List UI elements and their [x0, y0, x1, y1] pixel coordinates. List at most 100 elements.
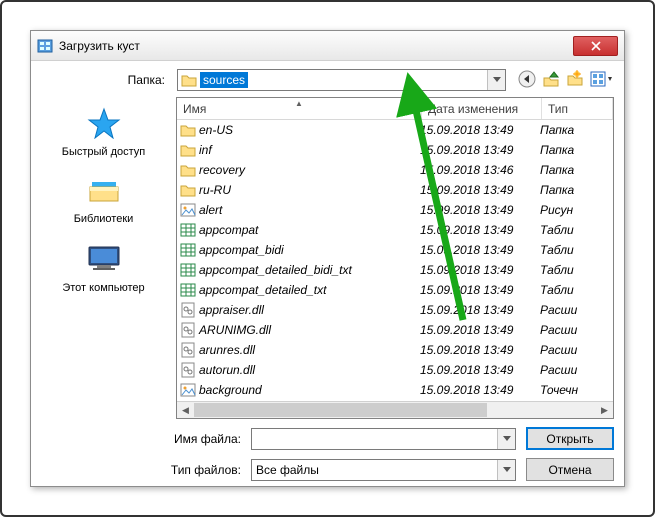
file-row[interactable]: recovery15.09.2018 13:46Папка: [177, 160, 613, 180]
file-name: alert: [197, 203, 420, 217]
new-folder-icon[interactable]: [566, 70, 584, 91]
cancel-button[interactable]: Отмена: [526, 458, 614, 481]
file-row[interactable]: en-US15.09.2018 13:49Папка: [177, 120, 613, 140]
open-button[interactable]: Открыть: [526, 427, 614, 450]
file-list-pane: Имя ▲ Дата изменения Тип en-US15.09.2018…: [176, 97, 614, 419]
up-icon[interactable]: [542, 70, 560, 91]
column-date[interactable]: Дата изменения: [422, 98, 542, 119]
place-label: Библиотеки: [31, 213, 176, 225]
folder-combo[interactable]: sources: [177, 69, 506, 91]
file-date: 15.09.2018 13:49: [420, 203, 540, 217]
file-date: 15.09.2018 13:49: [420, 343, 540, 357]
file-row[interactable]: ARUNIMG.dll15.09.2018 13:49Расши: [177, 320, 613, 340]
file-name: appraiser.dll: [197, 303, 420, 317]
file-name: autorun.dll: [197, 363, 420, 377]
column-type[interactable]: Тип: [542, 98, 613, 119]
view-icon[interactable]: [590, 70, 614, 91]
file-date: 15.09.2018 13:49: [420, 183, 540, 197]
close-button[interactable]: [573, 36, 618, 56]
file-row[interactable]: arunres.dll15.09.2018 13:49Расши: [177, 340, 613, 360]
horizontal-scrollbar[interactable]: ◀ ▶: [177, 401, 613, 418]
folder-toolbar: Папка: sources: [31, 61, 624, 97]
folder-dropdown-button[interactable]: [487, 70, 505, 90]
file-name: ARUNIMG.dll: [197, 323, 420, 337]
window-title: Загрузить куст: [59, 39, 573, 53]
file-row[interactable]: appcompat_detailed_txt15.09.2018 13:49Та…: [177, 280, 613, 300]
folder-icon: [179, 122, 197, 138]
file-date: 15.09.2018 13:49: [420, 363, 540, 377]
file-name: appcompat_detailed_txt: [197, 283, 420, 297]
scroll-right-icon[interactable]: ▶: [596, 402, 613, 418]
file-type: Папка: [540, 143, 613, 157]
folder-icon: [179, 162, 197, 178]
file-name: appcompat_detailed_bidi_txt: [197, 263, 420, 277]
file-list-header: Имя ▲ Дата изменения Тип: [177, 98, 613, 120]
table-icon: [179, 222, 197, 238]
file-type: Табли: [540, 223, 613, 237]
place-libraries[interactable]: Библиотеки: [31, 176, 176, 225]
file-row[interactable]: ru-RU15.09.2018 13:49Папка: [177, 180, 613, 200]
image-icon: [179, 202, 197, 218]
folder-icon: [179, 142, 197, 158]
file-date: 15.09.2018 13:49: [420, 263, 540, 277]
column-name[interactable]: Имя ▲: [177, 98, 422, 119]
file-type: Папка: [540, 123, 613, 137]
filetype-combo[interactable]: Все файлы: [251, 459, 516, 481]
file-type: Расши: [540, 343, 613, 357]
file-row[interactable]: autorun.dll15.09.2018 13:49Расши: [177, 360, 613, 380]
dll-icon: [179, 302, 197, 318]
file-row[interactable]: appcompat_bidi15.09.2018 13:49Табли: [177, 240, 613, 260]
place-quick-access[interactable]: Быстрый доступ: [31, 107, 176, 158]
file-date: 15.09.2018 13:49: [420, 143, 540, 157]
file-type: Расши: [540, 363, 613, 377]
file-date: 15.09.2018 13:49: [420, 303, 540, 317]
file-date: 15.09.2018 13:46: [420, 163, 540, 177]
file-type: Табли: [540, 243, 613, 257]
back-icon[interactable]: [518, 70, 536, 91]
file-type: Папка: [540, 183, 613, 197]
file-type: Точечн: [540, 383, 613, 397]
place-label: Быстрый доступ: [31, 146, 176, 158]
folder-icon: [181, 72, 197, 88]
scroll-thumb[interactable]: [194, 403, 487, 417]
place-label: Этот компьютер: [31, 282, 176, 294]
places-bar: Быстрый доступ Библиотеки Этот компьютер: [31, 97, 176, 419]
folder-value: sources: [200, 72, 248, 88]
filename-combo[interactable]: [251, 428, 516, 450]
file-name: inf: [197, 143, 420, 157]
filetype-label: Тип файлов:: [41, 463, 251, 477]
file-type: Табли: [540, 263, 613, 277]
regedit-icon: [37, 38, 53, 54]
scroll-track[interactable]: [194, 402, 596, 418]
dll-icon: [179, 342, 197, 358]
file-row[interactable]: background15.09.2018 13:49Точечн: [177, 380, 613, 398]
file-date: 15.09.2018 13:49: [420, 283, 540, 297]
file-row[interactable]: appcompat_detailed_bidi_txt15.09.2018 13…: [177, 260, 613, 280]
scroll-left-icon[interactable]: ◀: [177, 402, 194, 418]
file-date: 15.09.2018 13:49: [420, 123, 540, 137]
file-row[interactable]: appraiser.dll15.09.2018 13:49Расши: [177, 300, 613, 320]
file-row[interactable]: appcompat15.09.2018 13:49Табли: [177, 220, 613, 240]
file-row[interactable]: alert15.09.2018 13:49Рисун: [177, 200, 613, 220]
place-this-pc[interactable]: Этот компьютер: [31, 243, 176, 294]
filename-label: Имя файла:: [41, 432, 251, 446]
filetype-dropdown-button[interactable]: [497, 460, 515, 480]
dll-icon: [179, 322, 197, 338]
file-date: 15.09.2018 13:49: [420, 243, 540, 257]
file-date: 15.09.2018 13:49: [420, 223, 540, 237]
table-icon: [179, 242, 197, 258]
file-type: Расши: [540, 303, 613, 317]
file-name: en-US: [197, 123, 420, 137]
file-name: arunres.dll: [197, 343, 420, 357]
file-list[interactable]: en-US15.09.2018 13:49Папкаinf15.09.2018 …: [177, 120, 613, 398]
open-file-dialog: Загрузить куст Папка: sources: [30, 30, 625, 487]
filetype-value: Все файлы: [256, 463, 319, 477]
file-type: Расши: [540, 323, 613, 337]
file-row[interactable]: inf15.09.2018 13:49Папка: [177, 140, 613, 160]
file-date: 15.09.2018 13:49: [420, 323, 540, 337]
file-type: Табли: [540, 283, 613, 297]
dll-icon: [179, 362, 197, 378]
filename-dropdown-button[interactable]: [497, 429, 515, 449]
file-name: appcompat_bidi: [197, 243, 420, 257]
file-type: Папка: [540, 163, 613, 177]
